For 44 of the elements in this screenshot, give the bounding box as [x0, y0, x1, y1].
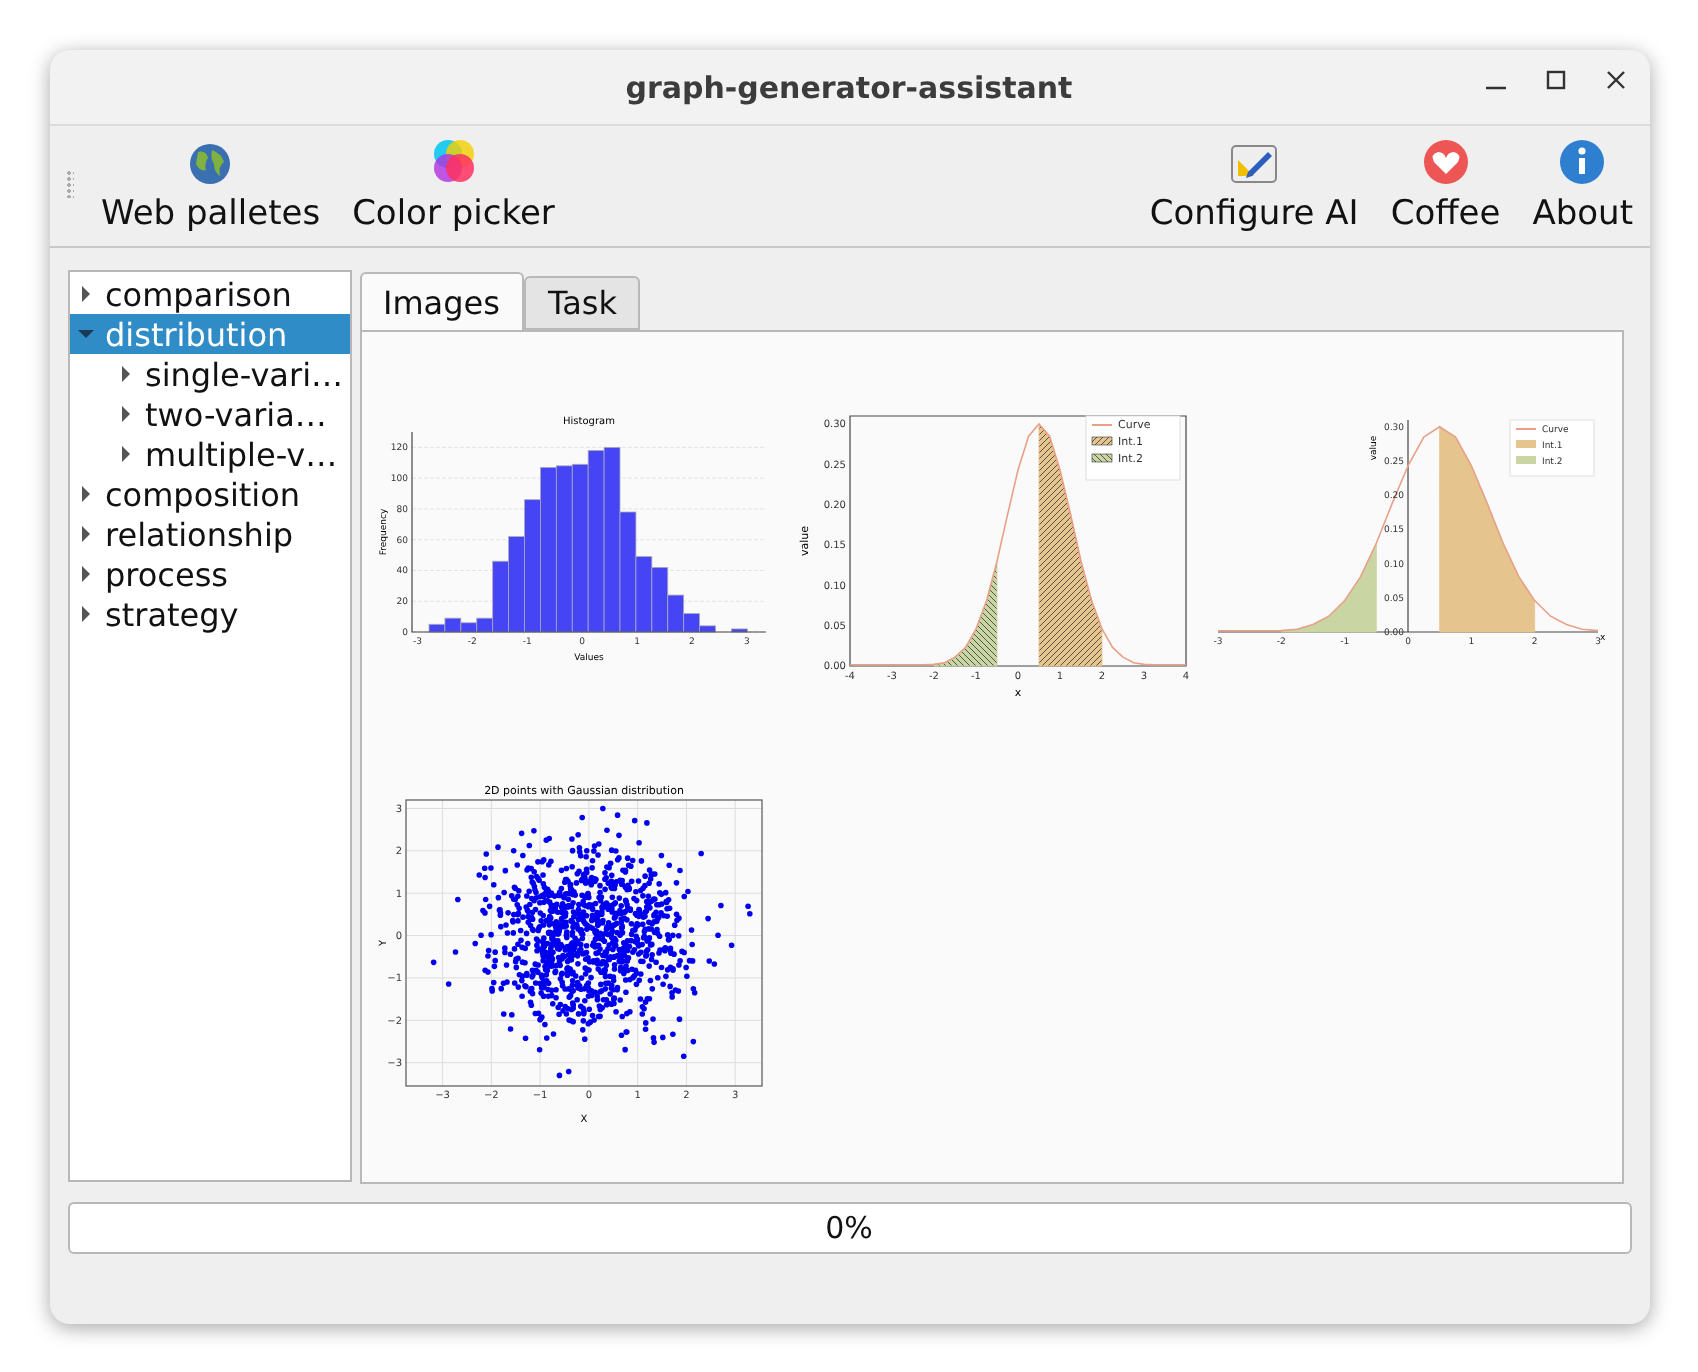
expand-arrow-icon[interactable] — [77, 486, 93, 502]
info-icon — [1558, 138, 1607, 186]
tree-item[interactable]: composition — [69, 474, 349, 514]
toolbar-button[interactable]: Configure AI — [1133, 126, 1375, 246]
close-icon[interactable] — [1605, 70, 1625, 90]
histogram-bar — [523, 499, 540, 633]
progress-text: 0% — [825, 1210, 873, 1246]
tree-item[interactable]: multiple-v… — [69, 434, 349, 474]
tab[interactable]: Task — [523, 276, 641, 330]
pencil-ruler-icon — [1230, 142, 1279, 186]
legend-swatch — [1515, 440, 1535, 448]
expand-arrow-icon[interactable] — [117, 406, 133, 422]
toolbar-button[interactable]: Coffee — [1374, 126, 1517, 246]
expand-arrow-icon[interactable] — [77, 566, 93, 582]
tree-item[interactable]: comparison — [69, 274, 349, 314]
globe-icon — [188, 142, 233, 186]
tree-item[interactable]: distribution — [69, 314, 349, 354]
expand-arrow-icon[interactable] — [77, 286, 93, 302]
legend-line — [1514, 428, 1536, 430]
toolbar-button[interactable]: About — [1516, 126, 1649, 246]
expand-arrow-icon[interactable] — [77, 526, 93, 542]
expand-arrow-icon[interactable] — [117, 446, 133, 462]
legend-swatch — [1090, 436, 1112, 446]
tab[interactable]: Images — [359, 272, 524, 332]
tree-item[interactable]: process — [69, 554, 349, 594]
color-circles-icon — [429, 138, 478, 186]
toolbar-button[interactable]: Web palletes — [85, 126, 337, 246]
legend-swatch — [1090, 453, 1112, 463]
toolbar-button[interactable]: Color picker — [336, 126, 571, 246]
window-title: graph-generator-assistant — [625, 69, 1073, 105]
maximize-icon[interactable] — [1545, 70, 1565, 90]
collapse-arrow-icon[interactable] — [77, 326, 93, 342]
legend-background — [1508, 419, 1594, 477]
expand-arrow-icon[interactable] — [117, 366, 133, 382]
histogram-bar — [507, 536, 524, 633]
tree-item[interactable]: single-vari… — [69, 354, 349, 394]
legend-line — [1090, 424, 1112, 426]
legend-background — [1084, 415, 1180, 481]
legend-swatch — [1515, 456, 1535, 464]
tree-item[interactable]: relationship — [69, 514, 349, 554]
tree-item[interactable]: two-varia… — [69, 394, 349, 434]
histogram-bar — [730, 628, 747, 633]
tree-item[interactable]: strategy — [69, 594, 349, 634]
expand-arrow-icon[interactable] — [77, 606, 93, 622]
